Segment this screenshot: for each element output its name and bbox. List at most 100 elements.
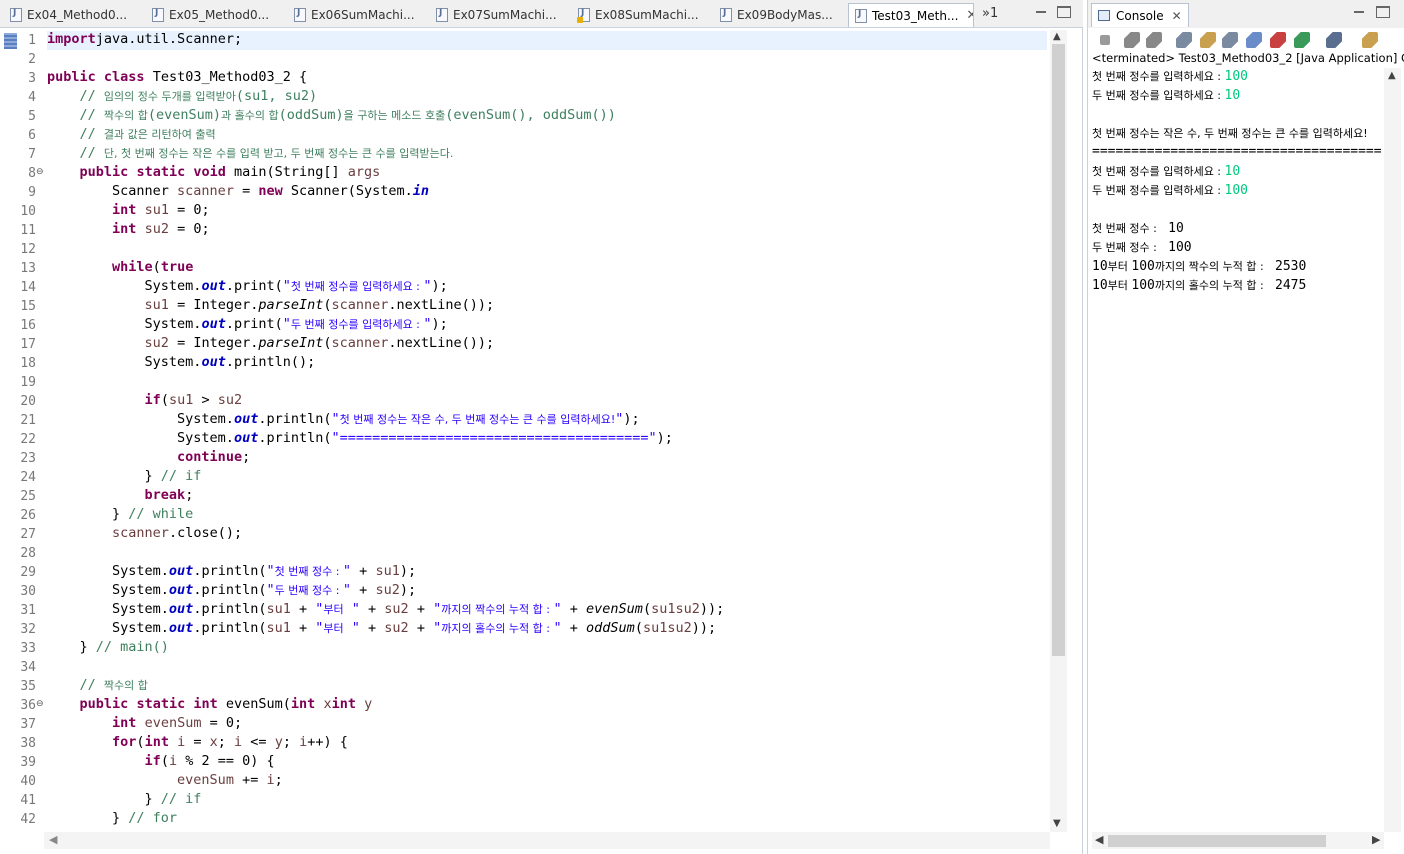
terminate-icon[interactable] bbox=[1100, 35, 1110, 45]
remove-launch-icon[interactable] bbox=[1124, 32, 1140, 48]
console-view[interactable]: Console ✕ <terminated> Test03_Method03_2… bbox=[1087, 0, 1404, 854]
code-line[interactable]: System.out.println("====================… bbox=[47, 430, 673, 449]
scroll-up-icon[interactable]: ▲ bbox=[1388, 70, 1396, 81]
code-line[interactable]: su1 = Integer.parseInt(scanner.nextLine(… bbox=[47, 297, 495, 316]
code-token: ( bbox=[152, 259, 161, 275]
line-number: 19 bbox=[20, 375, 36, 390]
editor-vertical-scrollbar[interactable]: ▲ ▼ bbox=[1050, 30, 1067, 832]
code-token: i bbox=[299, 734, 308, 750]
code-line[interactable]: if(su1 > su2 bbox=[47, 392, 243, 411]
code-line[interactable]: // 임의의 정수 두개를 입력받아(su1, su2) bbox=[47, 88, 318, 107]
code-line[interactable]: } // if bbox=[47, 791, 202, 810]
code-line[interactable]: // 단, 첫 번째 정수는 작은 수를 입력 받고, 두 번째 정수는 큰 수… bbox=[47, 145, 454, 164]
editor-tab[interactable]: Ex08SumMachi... bbox=[572, 3, 710, 27]
show-on-output-icon[interactable] bbox=[1246, 32, 1262, 48]
clear-console-icon[interactable] bbox=[1176, 32, 1192, 48]
tab-overflow-chevron-icon[interactable]: »1 bbox=[982, 6, 998, 21]
show-on-error-icon[interactable] bbox=[1270, 32, 1286, 48]
minimize-icon[interactable] bbox=[1034, 6, 1048, 18]
code-line[interactable]: Scanner scanner = new Scanner(System.in bbox=[47, 183, 429, 202]
display-console-icon[interactable] bbox=[1326, 32, 1342, 48]
code-line[interactable]: System.out.println("첫 번째 정수는 작은 수, 두 번째 … bbox=[47, 411, 640, 430]
code-line[interactable]: System.out.print("첫 번째 정수를 입력하세요 : "); bbox=[47, 278, 448, 297]
remove-all-icon[interactable] bbox=[1146, 32, 1162, 48]
code-line[interactable]: // 짝수의 합 bbox=[47, 677, 148, 696]
code-line[interactable]: System.out.println("첫 번째 정수 : " + su1); bbox=[47, 563, 416, 582]
console-horizontal-scrollbar[interactable]: ◀ ▶ bbox=[1092, 832, 1384, 849]
scrollbar-thumb[interactable] bbox=[1052, 44, 1065, 656]
tab-console[interactable]: Console ✕ bbox=[1091, 3, 1189, 27]
code-line[interactable]: System.out.println(su1 + "부터 " + su2 + "… bbox=[47, 620, 716, 639]
code-line[interactable]: System.out.print("두 번째 정수를 입력하세요 : "); bbox=[47, 316, 448, 335]
console-output[interactable]: 첫 번째 정수를 입력하세요 : 100 두 번째 정수를 입력하세요 : 10 첫… bbox=[1092, 68, 1382, 828]
code-line[interactable]: // 결과 값은 리턴하여 출력 bbox=[47, 126, 216, 145]
code-token: Scanner(System. bbox=[282, 183, 413, 199]
code-line[interactable]: int su2 = 0; bbox=[47, 221, 210, 240]
editor-horizontal-scrollbar[interactable]: ◀ bbox=[44, 832, 1050, 849]
code-line[interactable]: su2 = Integer.parseInt(scanner.nextLine(… bbox=[47, 335, 495, 354]
code-area[interactable]: importjava.util.Scanner; public class Tes… bbox=[47, 30, 1047, 832]
code-line[interactable]: if(i % 2 == 0) { bbox=[47, 753, 275, 772]
code-line[interactable]: System.out.println(); bbox=[47, 354, 316, 373]
editor-pane[interactable]: Ex04_Method0... Ex05_Method0... Ex06SumMac… bbox=[0, 0, 1083, 854]
code-token: // bbox=[79, 88, 104, 104]
scroll-up-icon[interactable]: ▲ bbox=[1053, 31, 1061, 42]
word-wrap-icon[interactable] bbox=[1222, 32, 1238, 48]
line-number: 21 bbox=[20, 413, 36, 428]
code-line[interactable]: public static void main(String[] args bbox=[47, 164, 381, 183]
pin-console-icon[interactable] bbox=[1294, 32, 1310, 48]
editor-tab[interactable]: Ex09BodyMas... bbox=[714, 3, 844, 27]
code-token: i bbox=[177, 734, 186, 750]
scroll-left-icon[interactable]: ◀ bbox=[1095, 833, 1103, 846]
editor-tab[interactable]: Ex05_Method0... bbox=[146, 3, 284, 27]
code-line[interactable]: System.out.println(su1 + "부터 " + su2 + "… bbox=[47, 601, 724, 620]
code-token: + bbox=[351, 563, 376, 579]
editor-tab[interactable]: Ex06SumMachi... bbox=[288, 3, 426, 27]
editor-tab[interactable]: Ex04_Method0... bbox=[4, 3, 142, 27]
maximize-icon[interactable] bbox=[1376, 6, 1390, 18]
code-line[interactable]: } // for bbox=[47, 810, 177, 829]
code-token: import bbox=[47, 31, 96, 47]
fold-toggle-icon[interactable]: ⊖ bbox=[36, 699, 44, 709]
scroll-right-icon[interactable]: ▶ bbox=[1372, 833, 1380, 846]
code-line[interactable]: evenSum += i; bbox=[47, 772, 283, 791]
editor-tab[interactable]: Test03_Meth... ✕ bbox=[848, 3, 974, 27]
code-line[interactable]: for(int i = x; i <= y; i++) { bbox=[47, 734, 348, 753]
code-line[interactable]: } // while bbox=[47, 506, 193, 525]
maximize-icon[interactable] bbox=[1057, 6, 1071, 18]
code-line[interactable]: public class Test03_Method03_2 { bbox=[47, 69, 307, 88]
code-token: + bbox=[290, 601, 316, 617]
code-line[interactable]: public static int evenSum(int xint y bbox=[47, 696, 373, 715]
new-console-icon[interactable] bbox=[1362, 32, 1378, 48]
scrollbar-thumb[interactable] bbox=[1108, 835, 1326, 847]
code-line[interactable]: scanner.close(); bbox=[47, 525, 242, 544]
fold-toggle-icon[interactable]: ⊖ bbox=[36, 167, 44, 177]
code-token: "======================================" bbox=[331, 430, 657, 446]
minimize-icon[interactable] bbox=[1352, 6, 1366, 18]
scroll-lock-icon[interactable] bbox=[1200, 32, 1216, 48]
code-line[interactable]: continue; bbox=[47, 449, 250, 468]
code-line[interactable]: importjava.util.Scanner; bbox=[47, 31, 1047, 50]
line-number: 14 bbox=[20, 280, 36, 295]
code-line[interactable]: int evenSum = 0; bbox=[47, 715, 242, 734]
scroll-down-icon[interactable]: ▼ bbox=[1053, 818, 1061, 829]
code-line[interactable]: break; bbox=[47, 487, 194, 506]
code-line[interactable]: System.out.println("두 번째 정수 : " + su2); bbox=[47, 582, 416, 601]
code-token: su2 bbox=[384, 620, 409, 636]
code-line[interactable]: // 짝수의 합(evenSum)과 홀수의 합(oddSum)을 구하는 메소… bbox=[47, 107, 616, 126]
scroll-left-icon[interactable]: ◀ bbox=[49, 833, 57, 846]
close-icon[interactable]: ✕ bbox=[1172, 9, 1182, 23]
editor-tab[interactable]: Ex07SumMachi... bbox=[430, 3, 568, 27]
code-line[interactable]: while(true bbox=[47, 259, 193, 278]
close-icon[interactable]: ✕ bbox=[966, 8, 973, 23]
code-line[interactable]: } // if bbox=[47, 468, 202, 487]
code-line[interactable]: } // main() bbox=[47, 639, 169, 658]
code-token: ); bbox=[399, 582, 417, 598]
console-vertical-scrollbar[interactable]: ▲ bbox=[1384, 68, 1401, 832]
code-line[interactable]: int su1 = 0; bbox=[47, 202, 210, 221]
